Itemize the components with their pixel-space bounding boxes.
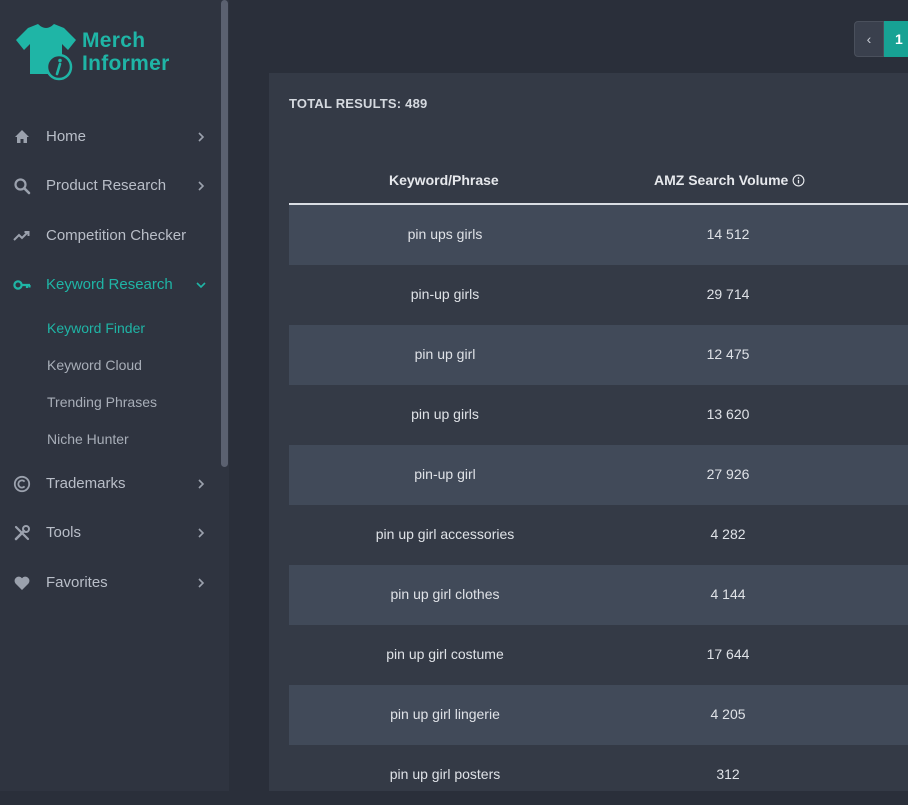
chevron-right-icon	[198, 479, 205, 489]
search-volume-cell: 4 282	[710, 526, 746, 542]
sidebar: Merch Informer Home Product Research Com…	[0, 0, 229, 791]
search-volume-cell: 27 926	[706, 466, 750, 482]
search-volume-cell: 13 620	[706, 406, 750, 422]
sidebar-item-home[interactable]: Home	[0, 122, 220, 152]
keyword-cell[interactable]: pin up girl	[415, 346, 476, 362]
table-row[interactable]: pin up girl 12 475	[289, 325, 908, 385]
search-volume-cell: 4 144	[710, 586, 746, 602]
sidebar-item-label: Competition Checker	[46, 227, 187, 244]
merch-informer-logo[interactable]: Merch Informer	[14, 24, 194, 82]
pagination-prev-button[interactable]: ‹	[854, 21, 884, 57]
sidebar-scrollbar-thumb[interactable]	[221, 0, 228, 467]
sidebar-subitem-niche-hunter[interactable]: Niche Hunter	[47, 431, 129, 447]
chevron-right-icon	[198, 528, 205, 538]
sidebar-item-label: Favorites	[46, 574, 108, 591]
copyright-icon	[13, 475, 31, 493]
info-icon[interactable]	[792, 174, 805, 187]
search-icon	[14, 178, 31, 195]
search-volume-cell: 14 512	[706, 226, 750, 242]
results-table-body: pin ups girls 14 512 pin-up girls 29 714 pin…	[289, 205, 908, 805]
chevron-right-icon	[198, 578, 205, 588]
sidebar-subitem-trending-phrases[interactable]: Trending Phrases	[47, 394, 157, 410]
keyword-cell[interactable]: pin up girl lingerie	[390, 706, 500, 722]
search-volume-cell: 17 644	[706, 646, 750, 662]
brand-line-1: Merch	[82, 29, 146, 52]
sidebar-item-favorites[interactable]: Favorites	[0, 568, 220, 598]
sidebar-item-trademarks[interactable]: Trademarks	[0, 469, 220, 499]
keyword-cell[interactable]: pin up girl accessories	[376, 526, 515, 542]
chevron-down-icon	[196, 282, 206, 289]
search-volume-cell: 4 205	[710, 706, 746, 722]
pagination-page-1[interactable]: 1	[884, 21, 908, 57]
sidebar-subitem-keyword-cloud[interactable]: Keyword Cloud	[47, 357, 142, 373]
tools-icon	[14, 525, 30, 541]
chevron-right-icon	[198, 132, 205, 142]
sidebar-item-label: Keyword Research	[46, 276, 173, 293]
column-header-keyword[interactable]: Keyword/Phrase	[389, 172, 499, 188]
keyword-cell[interactable]: pin up girl costume	[386, 646, 504, 662]
home-icon	[15, 130, 29, 143]
table-row[interactable]: pin up girl accessories 4 282	[289, 505, 908, 565]
results-panel: TOTAL RESULTS: 489 Keyword/Phrase AMZ Se…	[269, 73, 908, 791]
table-row[interactable]: pin-up girls 29 714	[289, 265, 908, 325]
table-row[interactable]: pin up girls 13 620	[289, 385, 908, 445]
sidebar-item-label: Home	[46, 128, 87, 145]
column-header-label: AMZ Search Volume	[654, 172, 789, 188]
trend-icon	[13, 231, 30, 241]
key-icon	[13, 280, 31, 290]
brand-name: Merch Informer	[82, 29, 170, 75]
table-row[interactable]: pin up girl lingerie 4 205	[289, 685, 908, 745]
keyword-cell[interactable]: pin-up girls	[411, 286, 479, 302]
brand-line-2: Informer	[82, 52, 170, 75]
search-volume-cell: 312	[716, 766, 740, 782]
keyword-cell[interactable]: pin up girls	[411, 406, 479, 422]
table-row[interactable]: pin-up girl 27 926	[289, 445, 908, 505]
sidebar-item-product-research[interactable]: Product Research	[0, 171, 220, 201]
sidebar-subitem-keyword-finder[interactable]: Keyword Finder	[47, 320, 145, 336]
chevron-right-icon	[198, 181, 205, 191]
search-volume-cell: 12 475	[706, 346, 750, 362]
sidebar-item-keyword-research[interactable]: Keyword Research	[0, 270, 220, 300]
keyword-cell[interactable]: pin ups girls	[408, 226, 483, 242]
keyword-cell[interactable]: pin up girl posters	[390, 766, 501, 782]
table-header: Keyword/Phrase AMZ Search Volume	[289, 163, 908, 203]
tshirt-info-icon	[16, 24, 76, 81]
sidebar-item-competition-checker[interactable]: Competition Checker	[0, 221, 220, 251]
column-header-search-volume[interactable]: AMZ Search Volume	[654, 172, 805, 188]
keyword-cell[interactable]: pin up girl clothes	[391, 586, 500, 602]
table-row[interactable]: pin ups girls 14 512	[289, 205, 908, 265]
search-volume-cell: 29 714	[706, 286, 750, 302]
table-row[interactable]: pin up girl clothes 4 144	[289, 565, 908, 625]
sidebar-item-label: Product Research	[46, 177, 167, 194]
heart-icon	[14, 576, 30, 590]
table-row[interactable]: pin up girl costume 17 644	[289, 625, 908, 685]
sidebar-item-label: Tools	[46, 524, 82, 541]
sidebar-item-label: Trademarks	[46, 475, 126, 492]
table-row[interactable]: pin up girl posters 312	[289, 745, 908, 805]
keyword-cell[interactable]: pin-up girl	[414, 466, 475, 482]
total-results: TOTAL RESULTS: 489	[289, 96, 428, 111]
sidebar-item-tools[interactable]: Tools	[0, 518, 220, 548]
